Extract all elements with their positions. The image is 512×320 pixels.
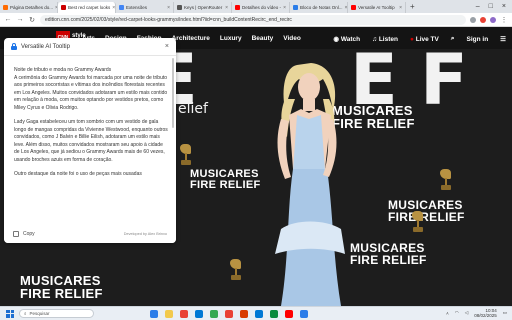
- minimize-icon[interactable]: –: [476, 3, 480, 10]
- grammy-trophy-icon: [180, 144, 192, 166]
- taskbar-app-icon[interactable]: [285, 310, 293, 318]
- extension-icon[interactable]: [480, 16, 486, 23]
- close-tab-icon[interactable]: ×: [225, 5, 228, 11]
- copy-button[interactable]: Copy: [23, 231, 35, 237]
- reload-icon[interactable]: ↻: [28, 16, 36, 24]
- popup-paragraph: A cerimônia do Grammy Awards foi marcada…: [14, 74, 168, 111]
- watch-link[interactable]: ◉ Watch: [333, 35, 360, 43]
- popup-scrollbar[interactable]: [172, 58, 174, 128]
- close-tab-icon[interactable]: ×: [399, 5, 402, 11]
- grammy-trophy-icon: [440, 169, 452, 191]
- extension-icon[interactable]: [470, 16, 476, 23]
- close-icon[interactable]: ×: [165, 43, 169, 50]
- profile-avatar-icon[interactable]: [490, 16, 496, 23]
- url-field[interactable]: edition.cnn.com/2025/02/03/style/red-car…: [40, 14, 466, 25]
- search-icon[interactable]: ⌕: [451, 35, 455, 43]
- browser-tab-strip: Página Detalhes do... × Best red carpet l…: [0, 0, 512, 13]
- nav-right: ◉ Watch ♫ Listen ● Live TV ⌕ Sign in ☰: [333, 35, 506, 43]
- nav-architecture[interactable]: Architecture: [172, 35, 210, 42]
- taskbar-app-icon[interactable]: [165, 310, 173, 318]
- chevron-up-icon[interactable]: ˄: [446, 311, 449, 316]
- close-tab-icon[interactable]: ×: [345, 5, 347, 11]
- system-tray: ˄ ◠ ◁ 10:04 08/02/2025 ▭: [446, 308, 507, 318]
- close-window-icon[interactable]: ×: [502, 3, 506, 10]
- forward-icon[interactable]: →: [16, 16, 24, 23]
- taskbar-apps: [150, 310, 308, 318]
- backdrop-logo: MUSICARES FIRE RELIEF: [388, 198, 465, 224]
- nav-luxury[interactable]: Luxury: [220, 35, 242, 42]
- backdrop-letter: elief: [178, 101, 208, 117]
- copy-icon[interactable]: [13, 230, 19, 237]
- sign-in-link[interactable]: Sign in: [467, 36, 489, 43]
- popup-footer: Copy Developed by Alex Brinxo: [4, 224, 176, 243]
- developer-credit[interactable]: Developed by Alex Brinxo: [124, 232, 167, 236]
- close-tab-icon[interactable]: ×: [283, 5, 286, 11]
- grammy-trophy-icon: [412, 211, 424, 233]
- nav-beauty[interactable]: Beauty: [252, 35, 274, 42]
- live-tv-link[interactable]: ● Live TV: [410, 36, 439, 43]
- taskbar: ⌕ Pesquisar ˄ ◠ ◁ 10:04 08/02/2025 ▭: [0, 306, 512, 320]
- maximize-icon[interactable]: □: [489, 3, 493, 10]
- backdrop-logo: MUSICARES FIRE RELIEF: [20, 273, 103, 301]
- back-icon[interactable]: ←: [4, 16, 12, 23]
- tab-favicon: [293, 5, 298, 10]
- hamburger-menu-icon[interactable]: ☰: [500, 35, 506, 43]
- taskbar-app-icon[interactable]: [240, 310, 248, 318]
- headphones-icon: ♫: [372, 35, 378, 43]
- grammy-trophy-icon: [230, 259, 242, 281]
- wifi-icon[interactable]: ◠: [455, 310, 459, 316]
- popup-content: Noite de tributo e moda no Grammy Awards…: [14, 67, 169, 241]
- windows-start-icon[interactable]: [6, 309, 14, 318]
- browser-tab[interactable]: Versatile AI Tooltip ×: [348, 2, 406, 13]
- taskbar-app-icon[interactable]: [210, 310, 218, 318]
- live-dot-icon: ●: [409, 35, 414, 43]
- window-controls: – □ ×: [476, 3, 512, 10]
- volume-icon[interactable]: ◁: [465, 310, 468, 316]
- taskbar-app-icon[interactable]: [255, 310, 263, 318]
- new-tab-button[interactable]: +: [406, 2, 419, 11]
- search-icon: ⌕: [24, 311, 27, 316]
- taskbar-search[interactable]: ⌕ Pesquisar: [19, 309, 94, 318]
- browser-tab[interactable]: Detalhes do vídeo - ×: [232, 2, 290, 13]
- popup-header: Versatile AI Tooltip ×: [4, 38, 176, 56]
- address-bar-row: ← → ↻ edition.cnn.com/2025/02/03/style/r…: [0, 13, 512, 27]
- popup-paragraph: Lady Gaga estabeleceu um tom sombrio com…: [14, 119, 168, 163]
- taskbar-app-icon[interactable]: [225, 310, 233, 318]
- clock[interactable]: 10:04 08/02/2025: [474, 308, 497, 318]
- tab-favicon: [3, 5, 8, 10]
- popup-paragraph: Outro destaque da noite foi o uso de peç…: [14, 171, 142, 177]
- tab-favicon: [235, 5, 240, 10]
- popup-title: Versatile AI Tooltip: [21, 43, 70, 50]
- menu-icon[interactable]: ⋮: [500, 16, 508, 24]
- browser-tab[interactable]: Página Detalhes do... ×: [0, 2, 58, 13]
- ai-tooltip-popup: Versatile AI Tooltip × Noite de tributo …: [4, 38, 176, 243]
- close-tab-icon[interactable]: ×: [167, 5, 170, 11]
- tab-favicon: [351, 5, 356, 10]
- taskbar-app-icon[interactable]: [300, 310, 308, 318]
- tab-favicon: [177, 5, 182, 10]
- browser-tab-active[interactable]: Best red carpet looks ×: [58, 2, 116, 13]
- taskbar-app-icon[interactable]: [270, 310, 278, 318]
- popup-heading: Noite de tributo e moda no Grammy Awards: [14, 67, 112, 73]
- taskbar-app-icon[interactable]: [195, 310, 203, 318]
- lock-icon: [11, 43, 17, 50]
- browser-tab[interactable]: Extensões ×: [116, 2, 174, 13]
- celebrity-photo: [275, 63, 345, 306]
- browser-tab[interactable]: Keys | OpenRouter ×: [174, 2, 232, 13]
- browser-tab[interactable]: Bloco de Notas Onl... ×: [290, 2, 348, 13]
- close-tab-icon[interactable]: ×: [112, 5, 115, 11]
- notification-icon[interactable]: ▭: [503, 310, 507, 316]
- listen-link[interactable]: ♫ Listen: [372, 36, 398, 43]
- backdrop-letter: F: [420, 49, 468, 121]
- tab-favicon: [61, 5, 66, 10]
- taskbar-app-icon[interactable]: [180, 310, 188, 318]
- tab-favicon: [119, 5, 124, 10]
- nav-video[interactable]: Video: [283, 35, 301, 42]
- taskbar-app-icon[interactable]: [150, 310, 158, 318]
- watch-icon: ◉: [333, 36, 340, 43]
